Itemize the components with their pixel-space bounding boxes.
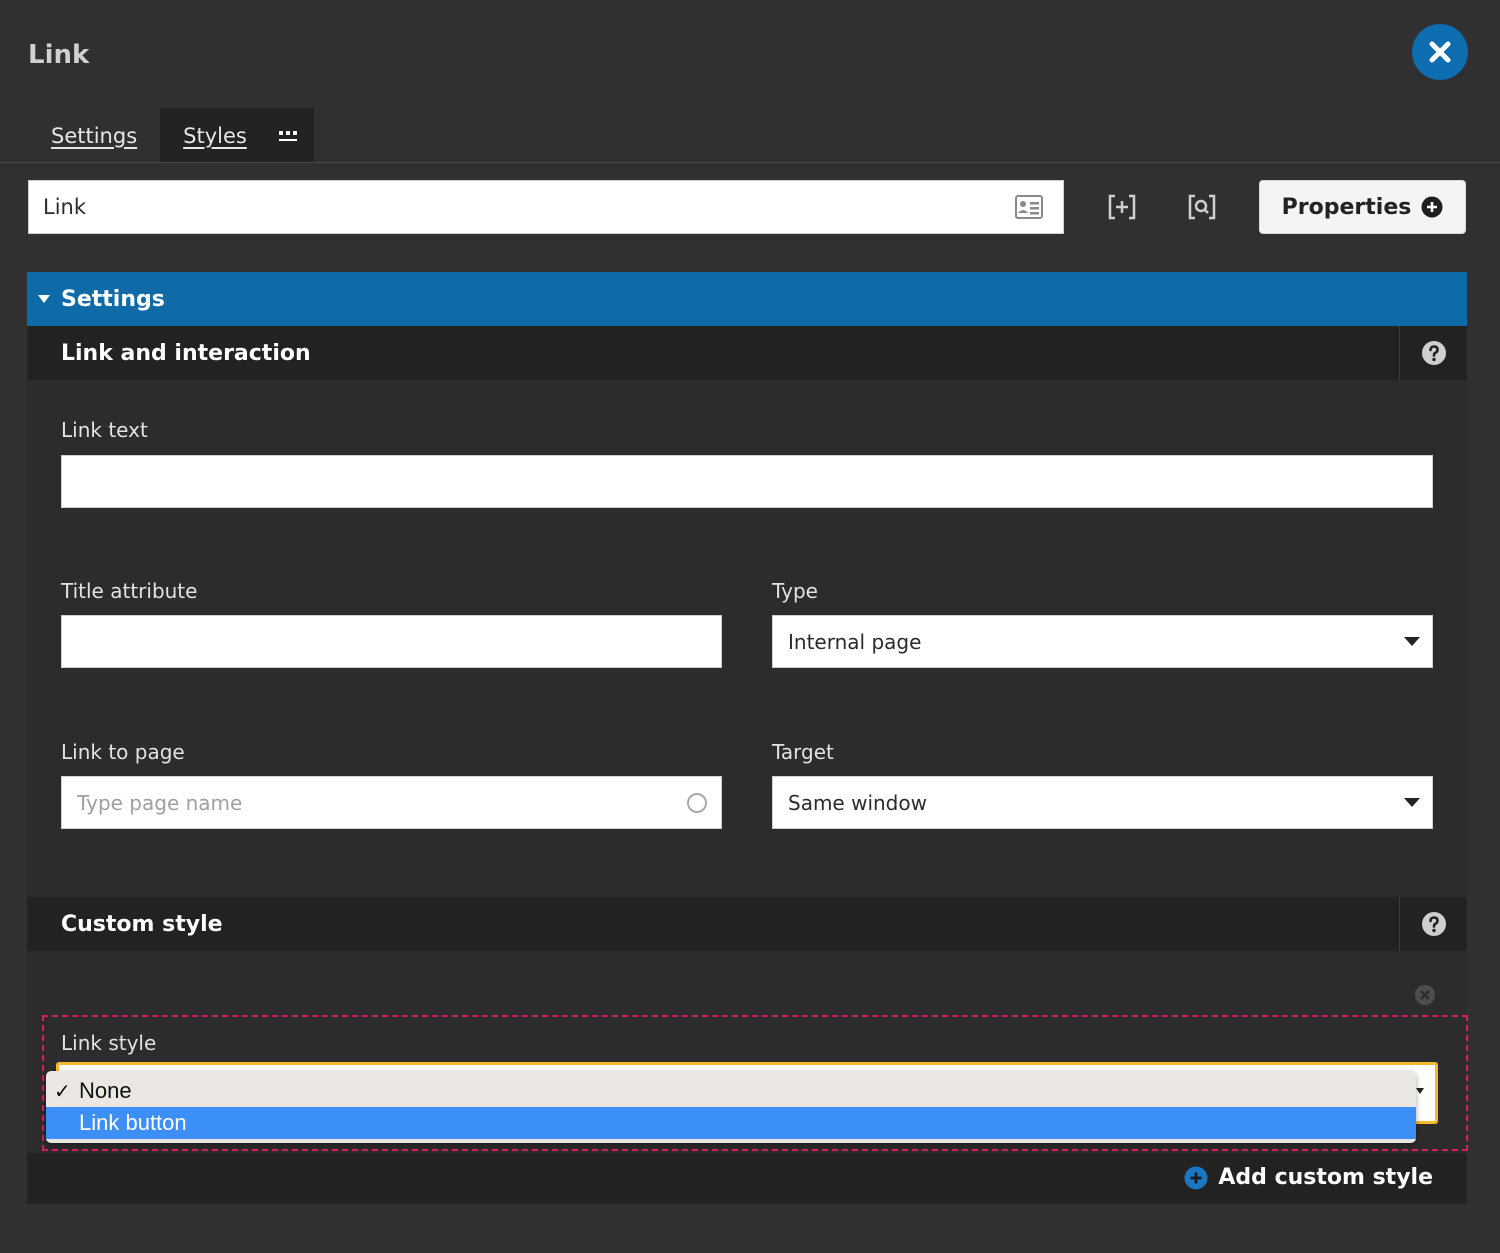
- target-label: Target: [772, 740, 834, 764]
- properties-label: Properties: [1281, 194, 1412, 220]
- help-icon: [1421, 912, 1446, 936]
- dialog-title: Link: [28, 40, 90, 70]
- plus-circle-icon: [1421, 196, 1443, 218]
- dropdown-arrow-icon: [1404, 798, 1420, 807]
- target-select-value: Same window: [788, 790, 927, 815]
- dropdown-arrow-icon: [1404, 637, 1420, 646]
- link-text-label: Link text: [61, 418, 148, 442]
- component-name-value: Link: [43, 195, 87, 219]
- close-button[interactable]: [1412, 24, 1468, 80]
- insert-component-icon[interactable]: [1108, 194, 1136, 220]
- tab-styles[interactable]: Styles: [160, 108, 270, 163]
- more-icon: [278, 130, 297, 141]
- custom-style-footer: Add custom style: [27, 1153, 1467, 1204]
- link-interaction-header: Link and interaction: [27, 326, 1467, 380]
- settings-section-title: Settings: [61, 286, 165, 312]
- caret-down-icon: [38, 295, 50, 303]
- title-attribute-input[interactable]: [61, 615, 722, 668]
- type-label: Type: [772, 579, 818, 603]
- component-name-input[interactable]: Link: [28, 180, 1064, 234]
- loading-circle-icon: [687, 793, 707, 813]
- link-style-label: Link style: [61, 1031, 157, 1055]
- help-icon: [1421, 341, 1446, 365]
- link-interaction-help[interactable]: [1399, 326, 1467, 380]
- custom-style-help[interactable]: [1399, 897, 1467, 951]
- option-none-label: None: [79, 1078, 132, 1103]
- plus-circle-icon: [1184, 1166, 1208, 1189]
- link-text-input[interactable]: [61, 455, 1433, 508]
- title-attribute-label: Title attribute: [61, 579, 198, 603]
- id-card-icon[interactable]: [1015, 195, 1043, 219]
- link-to-page-input[interactable]: Type page name: [61, 776, 722, 829]
- add-custom-style-button[interactable]: Add custom style: [1184, 1165, 1433, 1190]
- custom-style-title: Custom style: [61, 911, 223, 937]
- link-interaction-title: Link and interaction: [61, 340, 311, 366]
- tab-settings[interactable]: Settings: [28, 108, 161, 163]
- option-link-button[interactable]: Link button: [46, 1107, 1416, 1139]
- type-select-value: Internal page: [788, 629, 922, 654]
- settings-section-toggle[interactable]: Settings: [27, 272, 1467, 326]
- option-none[interactable]: ✓ None: [46, 1075, 1416, 1107]
- inspect-component-icon[interactable]: [1188, 194, 1216, 220]
- option-link-button-label: Link button: [79, 1110, 187, 1135]
- link-to-page-label: Link to page: [61, 740, 185, 764]
- more-tabs-button[interactable]: [270, 108, 314, 163]
- link-style-options: ✓ None Link button: [46, 1071, 1416, 1143]
- link-to-page-placeholder: Type page name: [77, 790, 243, 815]
- checkmark-icon: ✓: [54, 1080, 71, 1103]
- tab-bar: Settings Styles: [28, 108, 314, 163]
- tab-divider: [0, 162, 1500, 163]
- type-select[interactable]: Internal page: [772, 615, 1433, 668]
- custom-style-header: Custom style: [27, 897, 1467, 951]
- target-select[interactable]: Same window: [772, 776, 1433, 829]
- add-custom-style-label: Add custom style: [1218, 1165, 1433, 1190]
- remove-style-icon[interactable]: [1414, 984, 1436, 1006]
- properties-button[interactable]: Properties: [1259, 180, 1466, 234]
- close-icon: [1429, 41, 1451, 63]
- dropdown-arrow-icon: [1416, 1088, 1424, 1094]
